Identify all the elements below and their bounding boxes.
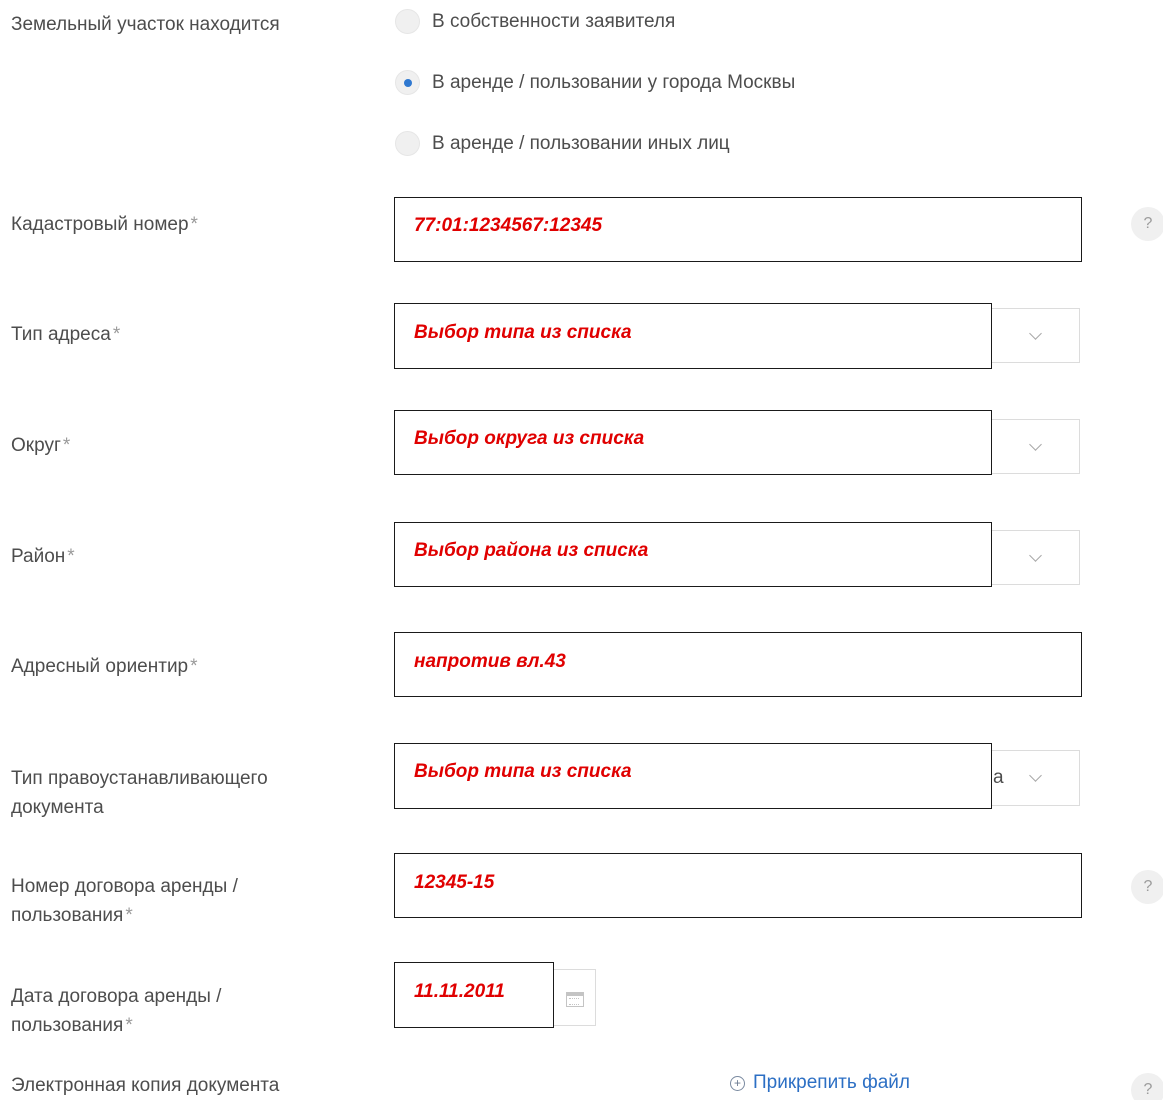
contract-number-input[interactable]: 12345-15 bbox=[394, 853, 1082, 918]
chevron-down-icon bbox=[1029, 769, 1042, 782]
cadastral-help-icon[interactable]: ? bbox=[1131, 207, 1163, 241]
radio-own-label: В собственности заявителя bbox=[432, 10, 676, 32]
address-type-select[interactable]: Выбор типа из списка bbox=[394, 303, 992, 369]
chevron-down-icon bbox=[1029, 327, 1042, 340]
address-type-value: Выбор типа из списка bbox=[414, 322, 632, 343]
landmark-label: Адресный ориентир * bbox=[11, 656, 198, 677]
radio-option-own[interactable]: В собственности заявителя bbox=[395, 9, 675, 34]
cadastral-number-input[interactable]: 77:01:1234567:12345 bbox=[394, 197, 1082, 262]
calendar-icon bbox=[566, 992, 584, 1007]
e-copy-label: Электронная копия документа bbox=[11, 1075, 280, 1096]
rayon-dropdown-button[interactable] bbox=[990, 530, 1080, 585]
calendar-button[interactable] bbox=[553, 969, 596, 1026]
doc-type-dropdown-button[interactable]: а bbox=[990, 750, 1080, 806]
doc-type-value: Выбор типа из списка bbox=[414, 761, 632, 782]
okrug-select[interactable]: Выбор округа из списка bbox=[394, 410, 992, 475]
contract-number-help-icon[interactable]: ? bbox=[1131, 870, 1163, 904]
radio-other-lease-label: В аренде / пользовании иных лиц bbox=[432, 132, 730, 154]
chevron-down-icon bbox=[1029, 549, 1042, 562]
radio-moscow-lease-label: В аренде / пользовании у города Москвы bbox=[432, 71, 796, 93]
contract-date-label: Дата договора аренды / пользования * bbox=[11, 986, 222, 1036]
landmark-input[interactable]: напротив вл.43 bbox=[394, 632, 1082, 697]
contract-date-input[interactable]: 11.11.2011 bbox=[394, 962, 554, 1028]
radio-other-lease-control[interactable] bbox=[395, 131, 420, 156]
radio-option-other-lease[interactable]: В аренде / пользовании иных лиц bbox=[395, 131, 730, 156]
radio-moscow-lease-control[interactable] bbox=[395, 70, 420, 95]
okrug-dropdown-button[interactable] bbox=[990, 419, 1080, 474]
cadastral-number-label: Кадастровый номер * bbox=[11, 214, 198, 235]
address-type-label: Тип адреса * bbox=[11, 324, 121, 345]
address-type-dropdown-button[interactable] bbox=[990, 308, 1080, 363]
rayon-value: Выбор района из списка bbox=[414, 540, 649, 561]
attach-file-label: Прикрепить файл bbox=[753, 1072, 910, 1093]
contract-number-label: Номер договора аренды / пользования * bbox=[11, 876, 238, 926]
okrug-value: Выбор округа из списка bbox=[414, 428, 645, 449]
e-copy-help-icon[interactable]: ? bbox=[1131, 1073, 1163, 1100]
okrug-label: Округ * bbox=[11, 435, 71, 456]
cadastral-number-value: 77:01:1234567:12345 bbox=[414, 215, 603, 236]
chevron-down-icon bbox=[1029, 438, 1042, 451]
contract-date-value: 11.11.2011 bbox=[414, 981, 505, 1002]
doc-type-select[interactable]: Выбор типа из списка bbox=[394, 743, 992, 809]
contract-number-value: 12345-15 bbox=[414, 872, 495, 893]
land-location-label: Земельный участок находится bbox=[11, 14, 280, 35]
rayon-select[interactable]: Выбор района из списка bbox=[394, 522, 992, 587]
doc-type-label: Тип правоустанавливающего документа bbox=[11, 768, 268, 818]
radio-own-control[interactable] bbox=[395, 9, 420, 34]
landmark-value: напротив вл.43 bbox=[414, 651, 566, 672]
doc-type-hidden-text: а bbox=[993, 767, 1004, 788]
attach-file-link[interactable]: + Прикрепить файл bbox=[730, 1072, 910, 1094]
radio-option-moscow-lease[interactable]: В аренде / пользовании у города Москвы bbox=[395, 70, 795, 95]
rayon-label: Район * bbox=[11, 546, 75, 567]
plus-circle-icon: + bbox=[730, 1075, 745, 1091]
